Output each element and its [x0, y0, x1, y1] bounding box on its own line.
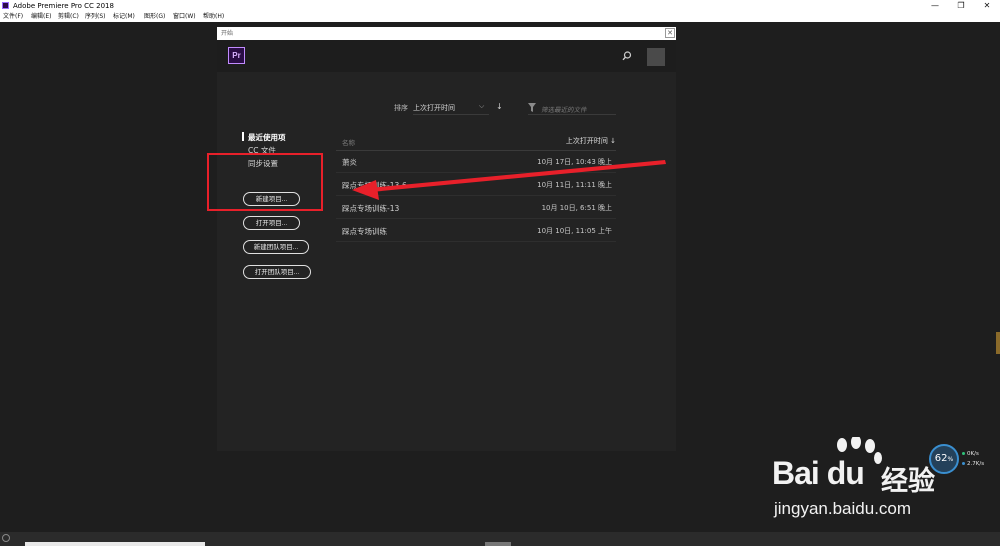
- sort-label: 排序: [394, 104, 408, 112]
- filter-placeholder: 筛选最近的文件: [541, 106, 587, 114]
- close-window-button[interactable]: ✕: [974, 0, 1000, 12]
- menu-graphics[interactable]: 图形(G): [144, 12, 165, 22]
- open-team-project-button[interactable]: 打开团队项目...: [243, 265, 311, 279]
- table-row[interactable]: 踩点专场训练-13-6 10月 11日, 11:11 晚上: [336, 173, 616, 196]
- file-date: 10月 11日, 11:11 晚上: [537, 181, 612, 189]
- table-row[interactable]: 踩点专场训练 10月 10日, 11:05 上午: [336, 219, 616, 242]
- minimize-button[interactable]: —: [922, 0, 948, 12]
- file-name: 萧炎: [342, 158, 357, 167]
- dialog-titlebar: 开始 ✕: [217, 27, 676, 40]
- column-name[interactable]: 名称: [342, 137, 355, 147]
- menu-clip[interactable]: 剪辑(C): [58, 12, 79, 22]
- table-header: 名称 上次打开时间 ↓: [336, 133, 616, 151]
- open-project-button[interactable]: 打开项目...: [243, 216, 300, 230]
- table-row[interactable]: 萧炎 10月 17日, 10:43 晚上: [336, 150, 616, 173]
- filter-input[interactable]: 筛选最近的文件: [528, 101, 616, 115]
- menu-bar: 文件(F) 编辑(E) 剪辑(C) 序列(S) 标记(M) 图形(G) 窗口(W…: [0, 12, 1000, 22]
- column-last-opened[interactable]: 上次打开时间 ↓: [566, 136, 616, 146]
- file-name: 踩点专场训练: [342, 227, 387, 236]
- dialog-header: Pr: [217, 40, 676, 72]
- baidu-watermark: Bai du 经验 jingyan.baidu.com: [772, 437, 972, 527]
- file-date: 10月 17日, 10:43 晚上: [537, 158, 612, 166]
- menu-file[interactable]: 文件(F): [3, 12, 23, 22]
- nav-active-indicator: [242, 132, 244, 141]
- premiere-logo: Pr: [228, 47, 245, 64]
- bottom-status-bar: [0, 532, 1000, 546]
- timeline-scroll-thumb[interactable]: [485, 542, 511, 546]
- watermark-brand-cn: 经验: [881, 466, 935, 497]
- menu-sequence[interactable]: 序列(S): [85, 12, 106, 22]
- window-controls: — ❐ ✕: [922, 0, 1000, 12]
- chevron-down-icon[interactable]: ⌵: [479, 102, 484, 111]
- file-name: 踩点专场训练-13: [342, 204, 400, 213]
- sort-direction-icon[interactable]: ↓: [496, 102, 503, 111]
- search-icon[interactable]: [622, 51, 632, 61]
- window-title: Adobe Premiere Pro CC 2018: [13, 2, 114, 10]
- sort-dropdown-value: 上次打开时间: [413, 104, 455, 112]
- window-titlebar: Adobe Premiere Pro CC 2018 — ❐ ✕: [0, 0, 1000, 12]
- table-row[interactable]: 踩点专场训练-13 10月 10日, 6:51 晚上: [336, 196, 616, 219]
- menu-help[interactable]: 帮助(H): [203, 12, 224, 22]
- file-name: 踩点专场训练-13-6: [342, 181, 407, 190]
- nav-item-recent[interactable]: 最近使用项: [248, 132, 286, 143]
- dialog-title: 开始: [221, 30, 234, 37]
- watermark-brand: Bai du: [772, 455, 865, 491]
- menu-markers[interactable]: 标记(M): [113, 12, 135, 22]
- new-team-project-button[interactable]: 新建团队项目...: [243, 240, 309, 254]
- account-avatar[interactable]: [647, 48, 665, 66]
- annotation-highlight-box: [207, 153, 323, 211]
- watermark-url: jingyan.baidu.com: [774, 499, 912, 518]
- dialog-close-button[interactable]: ✕: [665, 28, 675, 38]
- filter-icon: [528, 103, 536, 112]
- menu-window[interactable]: 窗口(W): [173, 12, 196, 22]
- panel-scroll-handle[interactable]: [996, 332, 1000, 354]
- restore-button[interactable]: ❐: [948, 0, 974, 12]
- timeline-strip: [25, 542, 205, 546]
- file-date: 10月 10日, 6:51 晚上: [541, 204, 612, 212]
- premiere-app-icon: [2, 2, 9, 9]
- start-dialog: 开始 ✕ Pr 排序 上次打开时间 ⌵ ↓ 筛选最近的文件 最近使用项 CC 文…: [217, 27, 676, 451]
- file-date: 10月 10日, 11:05 上午: [537, 227, 612, 235]
- menu-edit[interactable]: 编辑(E): [31, 12, 51, 22]
- status-icon[interactable]: [2, 534, 10, 542]
- sort-dropdown[interactable]: 上次打开时间: [413, 103, 489, 115]
